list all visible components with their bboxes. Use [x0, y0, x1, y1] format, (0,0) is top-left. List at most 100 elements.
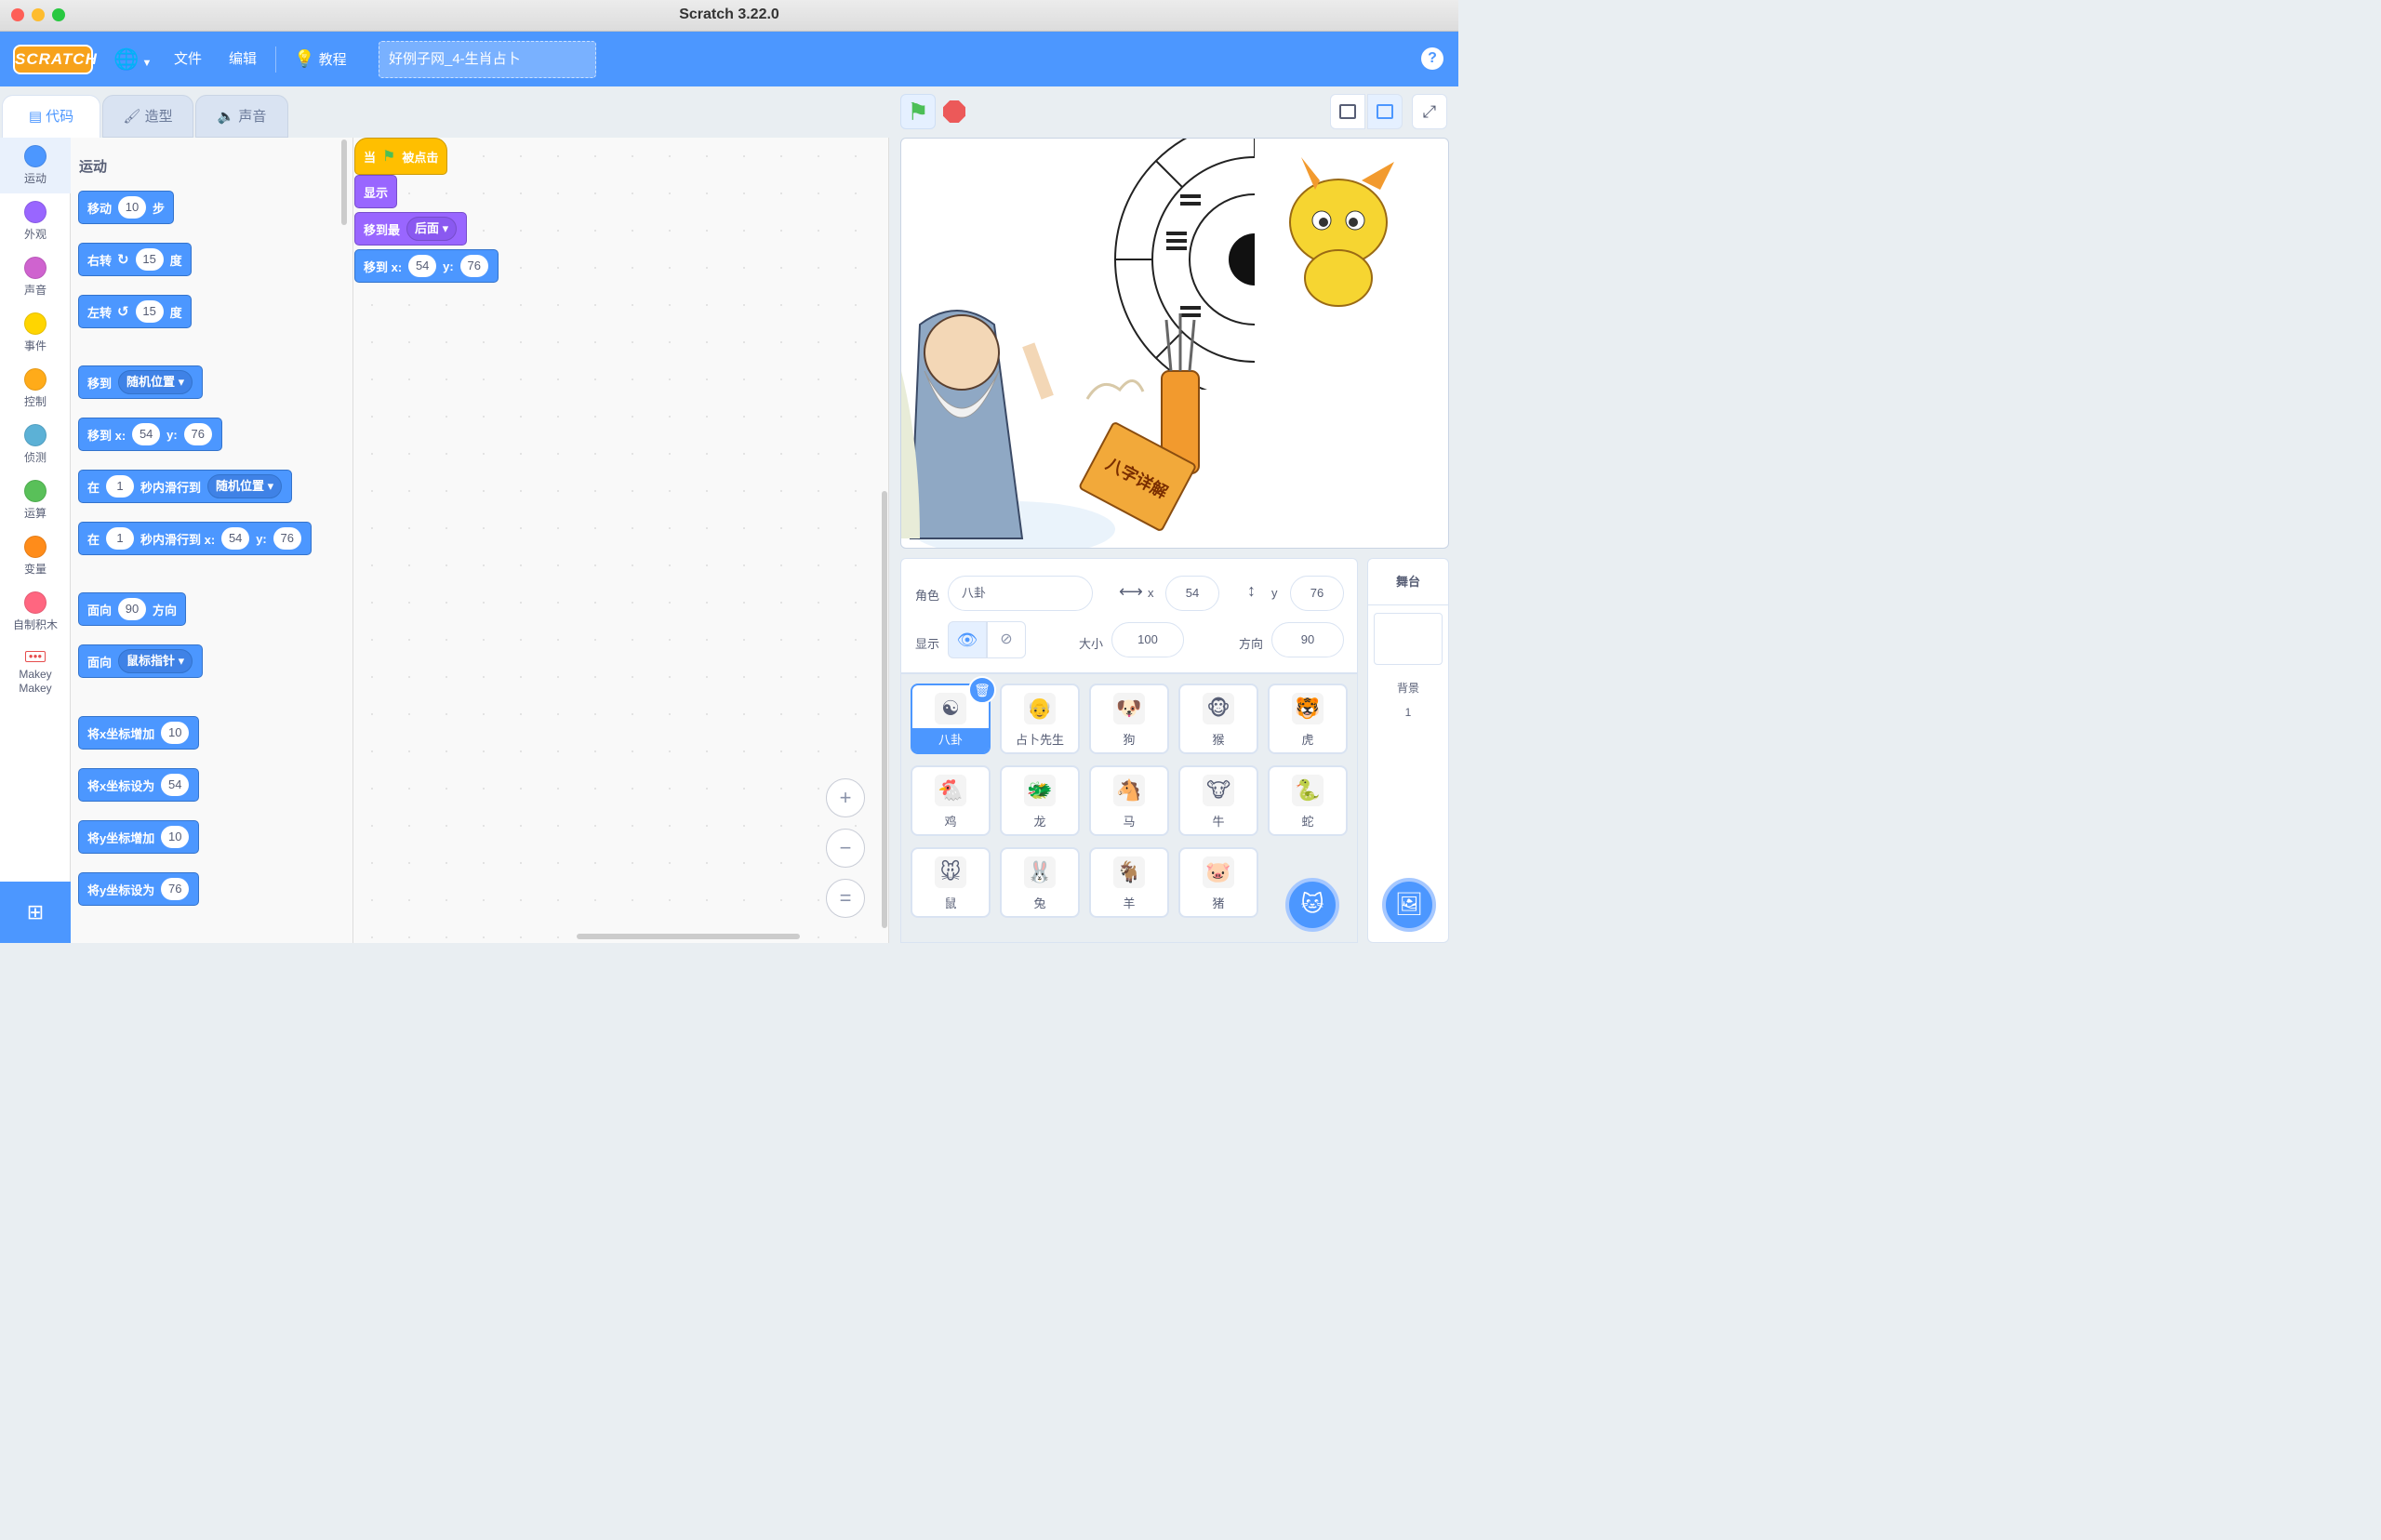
block-turn-right[interactable]: 右转 ↻ 15 度 — [78, 243, 192, 276]
small-stage-button[interactable] — [1330, 94, 1365, 129]
tab-code[interactable]: ▤ 代码 — [2, 95, 100, 138]
steps-input[interactable]: 10 — [118, 196, 147, 219]
hide-sprite-button[interactable]: ⊘ — [987, 621, 1026, 658]
block-glide-to[interactable]: 在 1 秒内滑行到 随机位置 ▾ — [78, 470, 293, 503]
goto-target-dropdown[interactable]: 随机位置 ▾ — [118, 370, 193, 394]
script-block-show[interactable]: 显示 — [354, 175, 398, 208]
green-flag-button[interactable]: ⚑ — [900, 94, 936, 129]
category-control[interactable]: 控制 — [0, 368, 71, 409]
direction-input[interactable]: 90 — [1271, 622, 1344, 657]
sprite-item-monkey[interactable]: 🐵 猴 — [1178, 684, 1258, 754]
delete-sprite-button[interactable]: 🗑 — [968, 676, 996, 704]
script-y-input[interactable]: 76 — [459, 255, 488, 277]
script-workspace[interactable]: 当 ⚑ 被点击 显示 移到最 后面 ▾ 移到 x: 54 y: 76 — [353, 138, 889, 943]
sprite-item-pig[interactable]: 🐷 猪 — [1178, 847, 1258, 918]
y-value-input[interactable]: 76 — [161, 878, 190, 900]
y-position-input[interactable]: 76 — [1290, 576, 1344, 611]
block-set-x[interactable]: 将x坐标设为 54 — [78, 768, 200, 802]
degrees-input[interactable]: 15 — [135, 248, 164, 271]
sprite-item-rooster[interactable]: 🐔 鸡 — [911, 765, 991, 836]
help-icon[interactable]: ? — [1421, 47, 1443, 70]
motion-dot-icon — [24, 145, 47, 167]
choose-backdrop-button[interactable]: 🖼 — [1382, 878, 1436, 932]
backdrop-label: 背景 — [1396, 682, 1419, 695]
block-go-to[interactable]: 移到 随机位置 ▾ — [78, 365, 204, 399]
layer-dropdown[interactable]: 后面 ▾ — [406, 217, 458, 241]
project-title-input[interactable]: 好例子网_4-生肖占卜 — [379, 41, 596, 78]
language-menu[interactable]: 🌐 ▼ — [113, 32, 152, 86]
size-input[interactable]: 100 — [1111, 622, 1184, 657]
palette-scrollbar[interactable] — [341, 139, 347, 225]
show-sprite-button[interactable]: 👁 — [948, 621, 987, 658]
zoom-out-button[interactable]: − — [826, 829, 865, 868]
block-move-steps[interactable]: 移动 10 步 — [78, 191, 175, 224]
sprite-item-dog[interactable]: 🐶 狗 — [1089, 684, 1169, 754]
category-looks[interactable]: 外观 — [0, 201, 71, 242]
file-menu[interactable]: 文件 — [174, 32, 202, 86]
block-turn-left[interactable]: 左转 ↺ 15 度 — [78, 295, 192, 328]
direction-input[interactable]: 90 — [118, 598, 147, 620]
x-position-input[interactable]: 54 — [1165, 576, 1219, 611]
sprite-item-rat[interactable]: 🐭 鼠 — [911, 847, 991, 918]
script-block-when-flag-clicked[interactable]: 当 ⚑ 被点击 — [354, 138, 448, 175]
x-input[interactable]: 54 — [221, 527, 250, 550]
category-variables[interactable]: 变量 — [0, 536, 71, 577]
block-set-y[interactable]: 将y坐标设为 76 — [78, 872, 200, 906]
sprite-item-rabbit[interactable]: 🐰 兔 — [1000, 847, 1080, 918]
edit-menu[interactable]: 编辑 — [229, 32, 257, 86]
stop-button[interactable] — [943, 100, 965, 123]
y-change-input[interactable]: 10 — [161, 826, 190, 848]
category-operators[interactable]: 运算 — [0, 480, 71, 521]
palette-section-title: 运动 — [79, 159, 108, 175]
y-input[interactable]: 76 — [183, 423, 212, 445]
block-change-y[interactable]: 将y坐标增加 10 — [78, 820, 200, 854]
zoom-reset-button[interactable]: = — [826, 879, 865, 918]
glide-target-dropdown[interactable]: 随机位置 ▾ — [207, 474, 283, 498]
add-extension-button[interactable]: ⊞ — [0, 882, 71, 943]
x-change-input[interactable]: 10 — [161, 722, 190, 744]
x-input[interactable]: 54 — [132, 423, 161, 445]
sprite-item-dragon[interactable]: 🐲 龙 — [1000, 765, 1080, 836]
sprite-item-fortune-teller[interactable]: 👴 占卜先生 — [1000, 684, 1080, 754]
towards-target-dropdown[interactable]: 鼠标指针 ▾ — [118, 649, 193, 673]
zoom-in-button[interactable]: + — [826, 778, 865, 817]
sprite-item-ox[interactable]: 🐮 牛 — [1178, 765, 1258, 836]
tab-costumes[interactable]: 🖌 造型 — [102, 95, 193, 138]
stage-panel-title: 舞台 — [1368, 559, 1448, 605]
script-block-go-to-layer[interactable]: 移到最 后面 ▾ — [354, 212, 468, 246]
seconds-input[interactable]: 1 — [106, 475, 135, 498]
block-go-to-xy[interactable]: 移到 x: 54 y: 76 — [78, 418, 222, 451]
y-input[interactable]: 76 — [273, 527, 301, 550]
degrees-input[interactable]: 15 — [135, 300, 164, 323]
category-sound[interactable]: 声音 — [0, 257, 71, 298]
fullscreen-button[interactable]: ⤢ — [1412, 94, 1447, 129]
tab-sounds[interactable]: 🔈 声音 — [195, 95, 288, 138]
script-block-go-to-xy[interactable]: 移到 x: 54 y: 76 — [354, 249, 499, 283]
large-stage-button[interactable] — [1367, 94, 1403, 129]
script-horizontal-scrollbar[interactable] — [577, 934, 800, 939]
block-point-towards[interactable]: 面向 鼠标指针 ▾ — [78, 644, 204, 678]
sprite-item-tiger[interactable]: 🐯 虎 — [1268, 684, 1348, 754]
scratch-logo[interactable]: SCRATCH — [13, 45, 97, 74]
script-x-input[interactable]: 54 — [408, 255, 437, 277]
tutorials-menu[interactable]: 💡 教程 — [294, 32, 347, 86]
category-motion[interactable]: 运动 — [0, 145, 71, 186]
x-value-input[interactable]: 54 — [161, 774, 190, 796]
tab-code-label: 代码 — [46, 109, 74, 125]
sprite-item-horse[interactable]: 🐴 马 — [1089, 765, 1169, 836]
category-sensing[interactable]: 侦测 — [0, 424, 71, 465]
stage-backdrop-thumbnail[interactable] — [1374, 613, 1443, 665]
category-makey-makey[interactable]: ●●● Makey Makey — [0, 651, 71, 696]
stage-canvas[interactable]: 八字详解 — [900, 138, 1449, 549]
category-events[interactable]: 事件 — [0, 312, 71, 353]
sprite-name-input[interactable]: 八卦 — [948, 576, 1093, 611]
seconds-input[interactable]: 1 — [106, 527, 135, 550]
block-glide-to-xy[interactable]: 在 1 秒内滑行到 x: 54 y: 76 — [78, 522, 312, 555]
choose-sprite-button[interactable]: 🐱 — [1285, 878, 1339, 932]
block-change-x[interactable]: 将x坐标增加 10 — [78, 716, 200, 750]
sprite-item-goat[interactable]: 🐐 羊 — [1089, 847, 1169, 918]
sprite-item-snake[interactable]: 🐍 蛇 — [1268, 765, 1348, 836]
category-my-blocks[interactable]: 自制积木 — [0, 591, 71, 632]
script-vertical-scrollbar[interactable] — [882, 491, 887, 928]
block-point-in-direction[interactable]: 面向 90 方向 — [78, 592, 187, 626]
